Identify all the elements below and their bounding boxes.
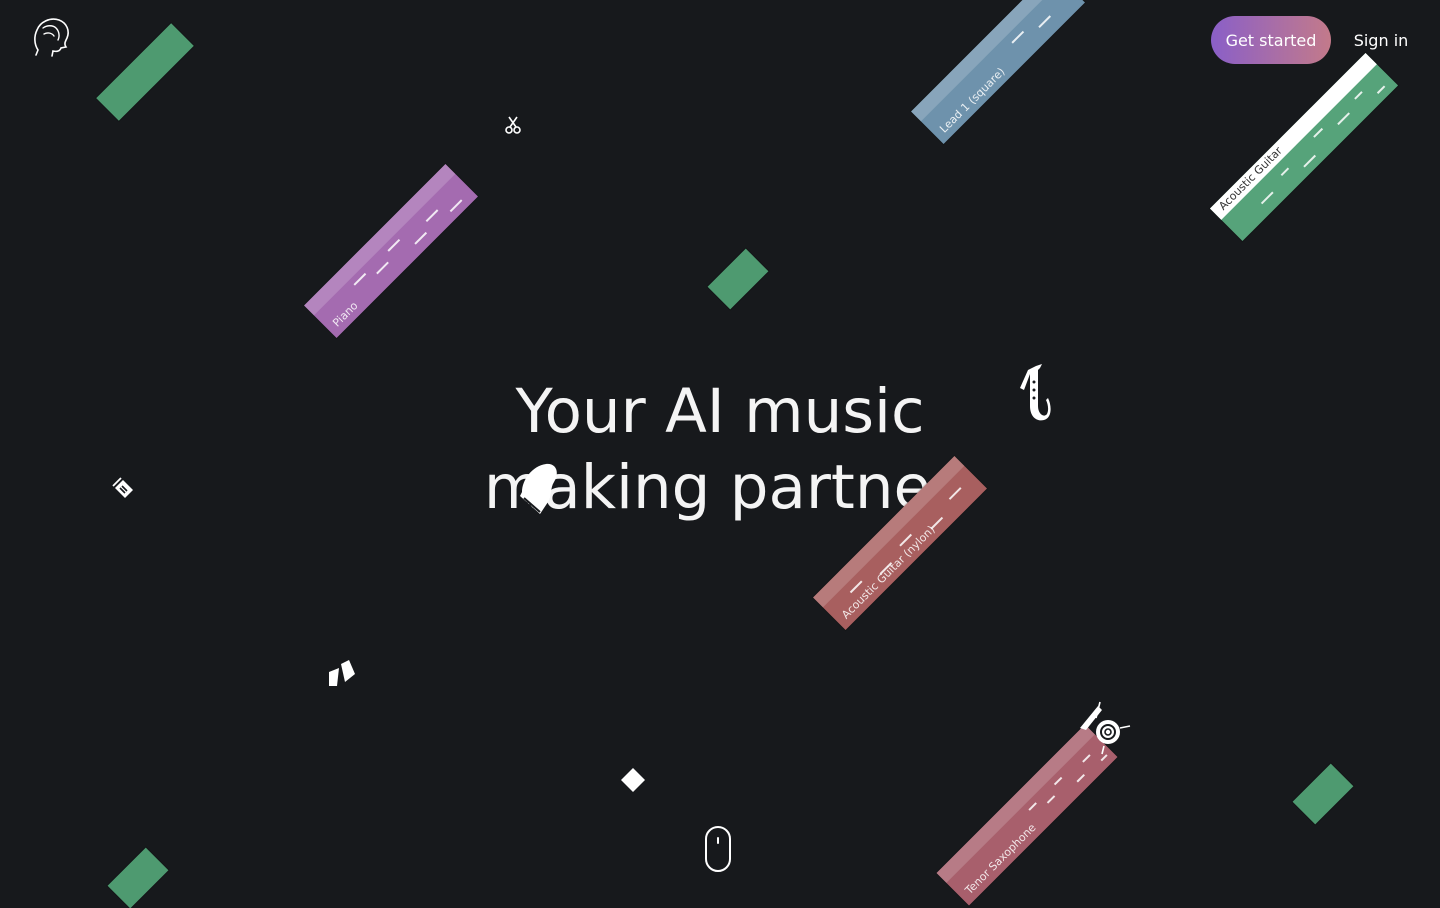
- track-label: Piano: [330, 299, 361, 330]
- drum-kit-icon: [1080, 701, 1131, 755]
- scroll-mouse-icon[interactable]: [705, 826, 731, 872]
- maracas-icon: [329, 660, 355, 686]
- profile-head-logo-icon[interactable]: [30, 14, 72, 58]
- track-clip-acoustic-guitar: Acoustic Guitar: [1209, 52, 1399, 242]
- green-block: [1292, 763, 1354, 825]
- metronome-icon: [112, 477, 133, 498]
- scissors-icon: [505, 116, 521, 134]
- track-clip-piano: Piano: [304, 164, 478, 338]
- sign-in-button[interactable]: Sign in: [1344, 16, 1418, 64]
- track-clip-lead-square: Lead 1 (square): [911, 0, 1085, 144]
- get-started-button[interactable]: Get started: [1211, 16, 1331, 64]
- track-label: Acoustic Guitar: [1216, 144, 1285, 213]
- green-block: [96, 23, 194, 121]
- green-block: [107, 847, 169, 908]
- track-label: Tenor Saxophone: [962, 821, 1039, 898]
- saxophone-icon: [1020, 364, 1051, 421]
- green-block: [707, 248, 769, 310]
- diamond-icon: [621, 768, 645, 792]
- hero-line-1: Your AI music: [515, 376, 925, 447]
- grand-piano-icon: [520, 463, 557, 514]
